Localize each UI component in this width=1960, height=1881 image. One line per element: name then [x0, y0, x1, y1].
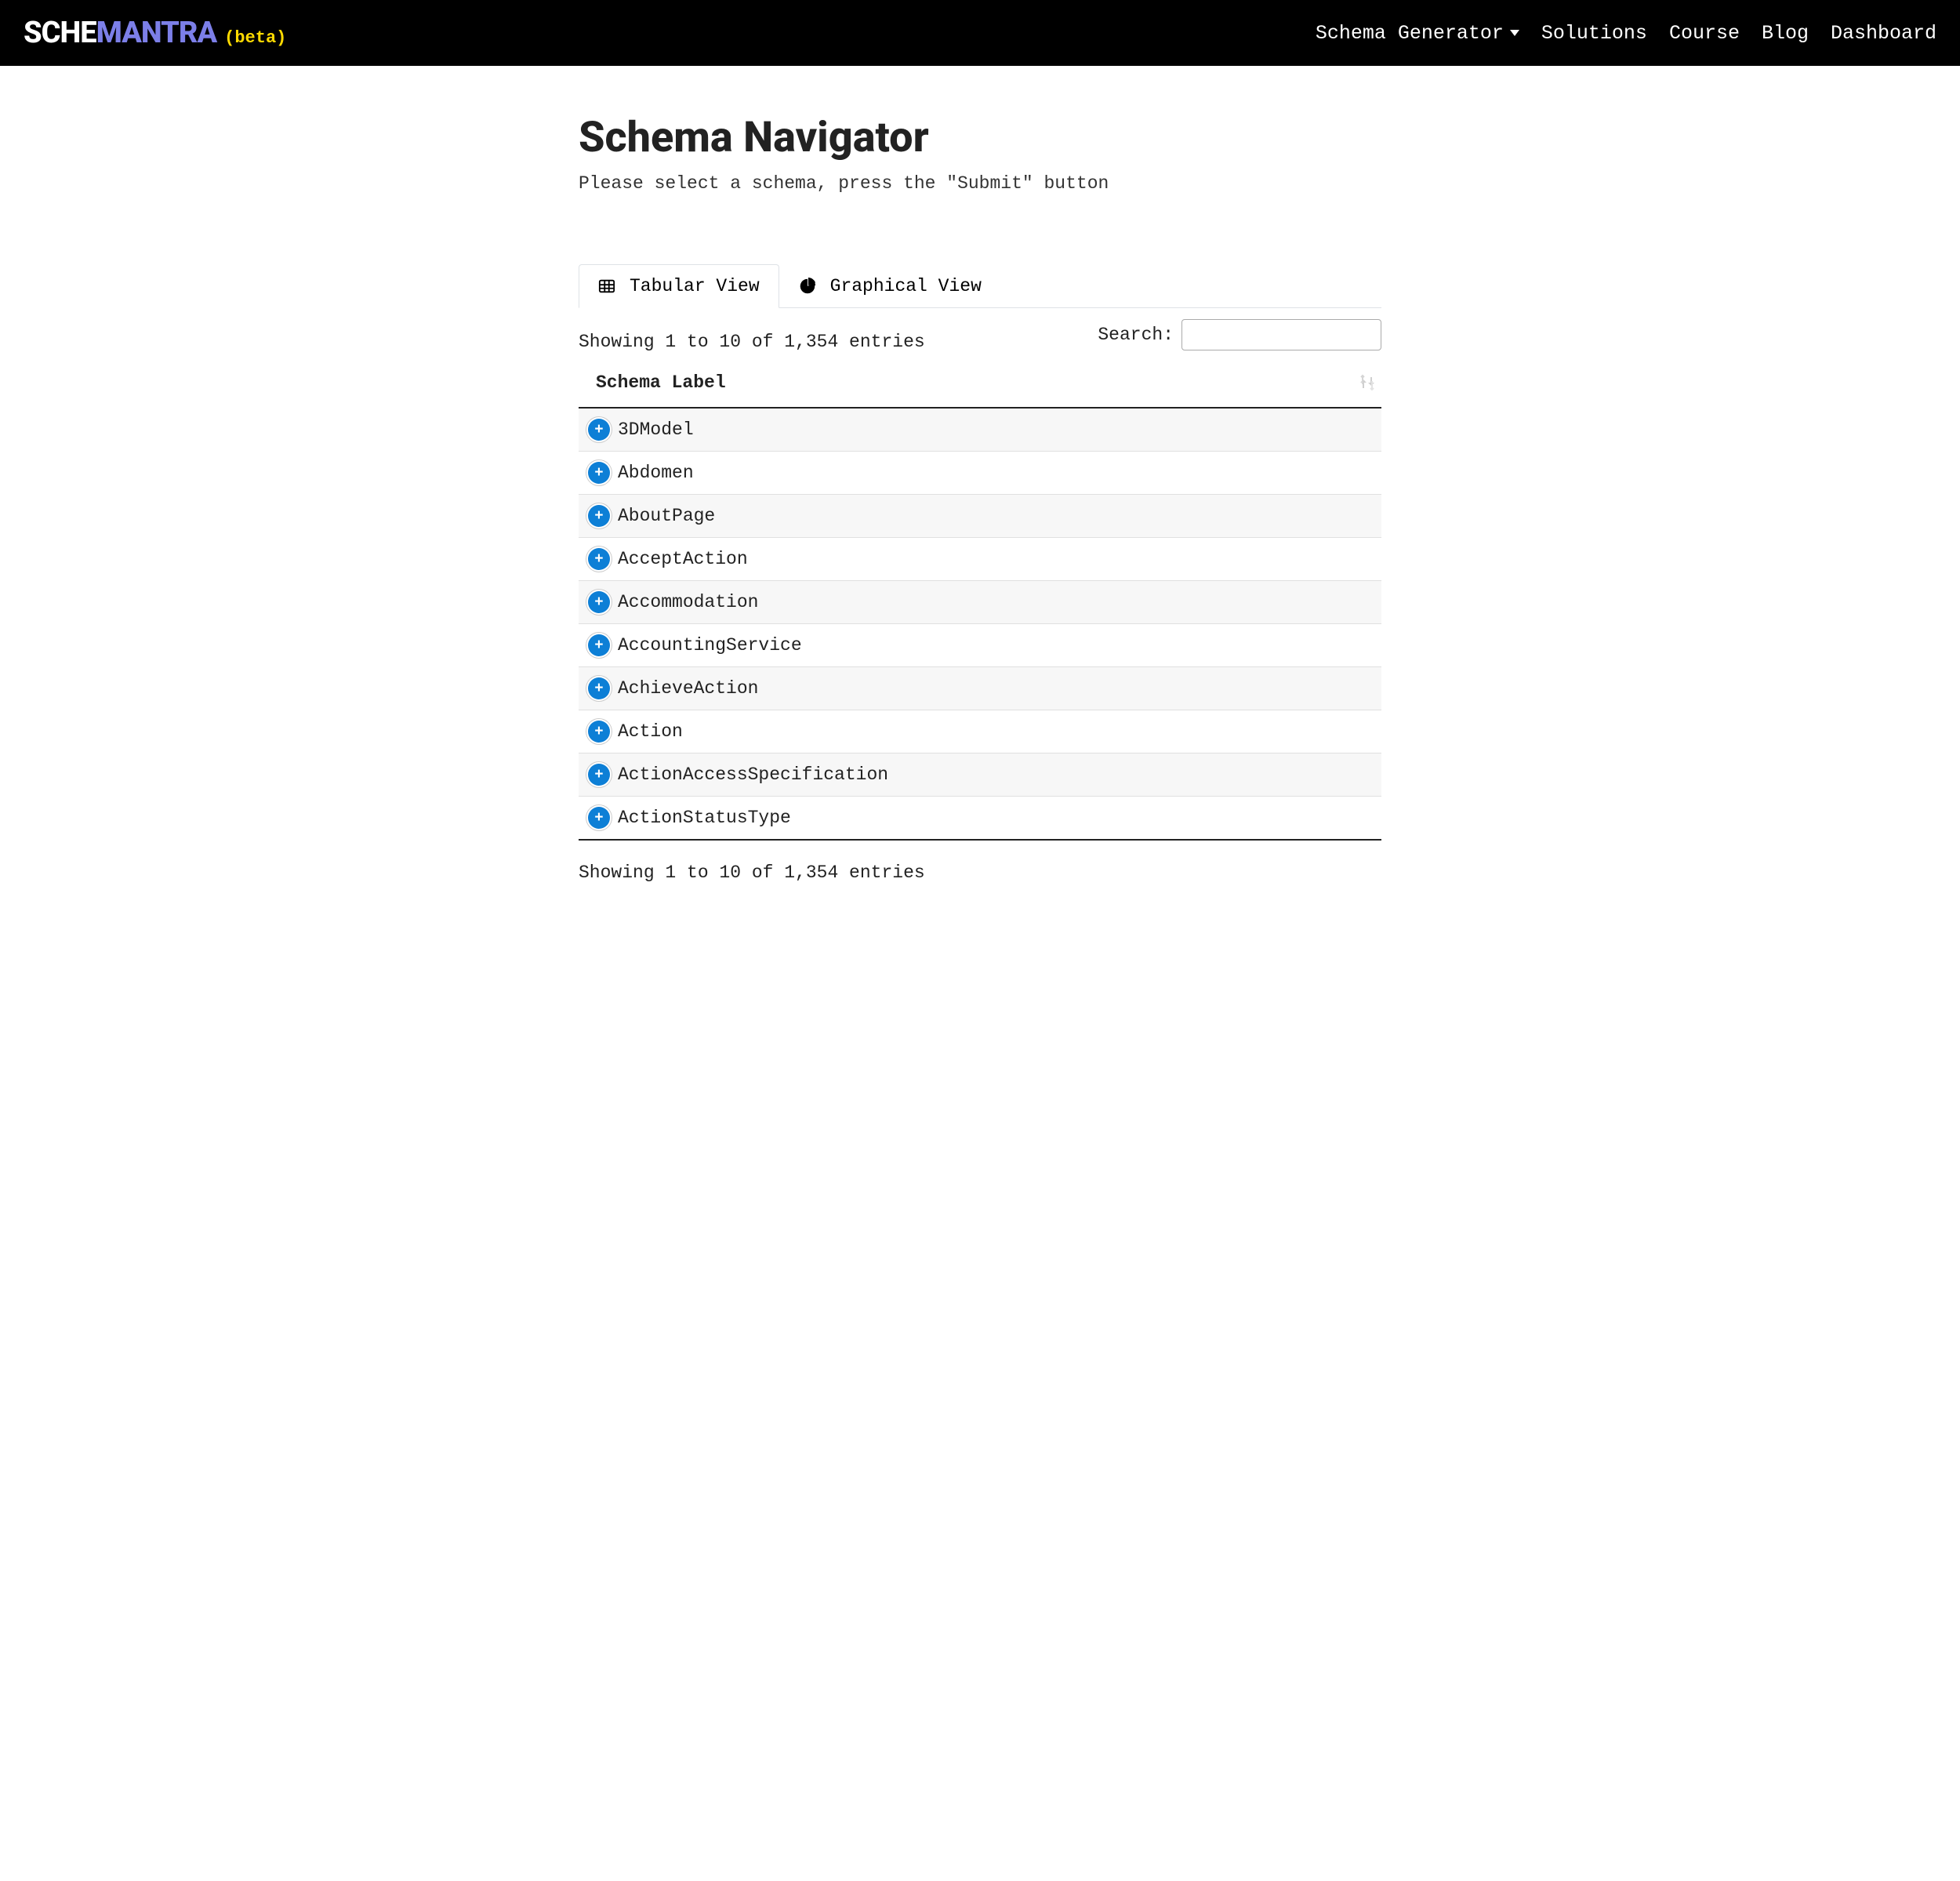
- table-row[interactable]: + 3DModel: [579, 409, 1381, 452]
- showing-entries-top: Showing 1 to 10 of 1,354 entries: [579, 318, 925, 352]
- showing-entries-bottom: Showing 1 to 10 of 1,354 entries: [579, 862, 1381, 883]
- brand-beta: (beta): [224, 28, 286, 48]
- tab-tabular-view[interactable]: Tabular View: [579, 264, 779, 308]
- schema-table: Schema Label + 3DModel + Abdomen + About…: [579, 358, 1381, 841]
- schema-label: AccountingService: [618, 635, 802, 655]
- expand-icon[interactable]: +: [588, 591, 610, 613]
- view-tabs: Tabular View Graphical View: [579, 264, 1381, 308]
- schema-label: 3DModel: [618, 419, 694, 440]
- expand-icon[interactable]: +: [588, 807, 610, 829]
- page-subtitle: Please select a schema, press the "Submi…: [579, 173, 1381, 194]
- table-row[interactable]: + ActionStatusType: [579, 797, 1381, 841]
- expand-icon[interactable]: +: [588, 505, 610, 527]
- brand-mantra: MANTRA: [96, 16, 217, 50]
- expand-icon[interactable]: +: [588, 677, 610, 699]
- tab-graphical-view[interactable]: Graphical View: [779, 264, 1001, 307]
- schema-label: ActionAccessSpecification: [618, 764, 888, 785]
- brand-sche: SCHE: [24, 16, 96, 50]
- table-row[interactable]: + AccountingService: [579, 624, 1381, 667]
- table-row[interactable]: + Abdomen: [579, 452, 1381, 495]
- brand[interactable]: SCHEMANTRA (beta): [24, 16, 286, 50]
- table-body: + 3DModel + Abdomen + AboutPage + Accept…: [579, 409, 1381, 841]
- column-header-schema-label: Schema Label: [596, 372, 726, 393]
- table-icon: [598, 278, 615, 295]
- search-label: Search:: [1098, 325, 1174, 345]
- schema-label: Accommodation: [618, 592, 758, 612]
- schema-label: AboutPage: [618, 506, 715, 526]
- main-container: Schema Navigator Please select a schema,…: [541, 66, 1419, 914]
- table-controls: Showing 1 to 10 of 1,354 entries Search:: [579, 318, 1381, 352]
- nav-schema-generator[interactable]: Schema Generator: [1316, 22, 1519, 45]
- chevron-down-icon: [1510, 30, 1519, 36]
- nav-link-label: Course: [1669, 22, 1740, 45]
- nav-links: Schema Generator Solutions Course Blog D…: [1316, 22, 1936, 45]
- expand-icon[interactable]: +: [588, 764, 610, 786]
- schema-label: AcceptAction: [618, 549, 748, 569]
- expand-icon[interactable]: +: [588, 721, 610, 743]
- expand-icon[interactable]: +: [588, 548, 610, 570]
- nav-dashboard[interactable]: Dashboard: [1831, 22, 1936, 45]
- sort-icon: [1358, 373, 1377, 392]
- brand-logo: SCHEMANTRA: [24, 16, 216, 50]
- nav-link-label: Blog: [1762, 22, 1809, 45]
- table-header[interactable]: Schema Label: [579, 358, 1381, 409]
- table-row[interactable]: + AcceptAction: [579, 538, 1381, 581]
- schema-label: ActionStatusType: [618, 808, 791, 828]
- schema-label: AchieveAction: [618, 678, 758, 699]
- table-row[interactable]: + AchieveAction: [579, 667, 1381, 710]
- nav-blog[interactable]: Blog: [1762, 22, 1809, 45]
- nav-solutions[interactable]: Solutions: [1541, 22, 1647, 45]
- schema-label: Action: [618, 721, 683, 742]
- table-row[interactable]: + Action: [579, 710, 1381, 753]
- pie-chart-icon: [799, 278, 816, 295]
- nav-link-label: Dashboard: [1831, 22, 1936, 45]
- table-row[interactable]: + AboutPage: [579, 495, 1381, 538]
- tab-label: Graphical View: [830, 276, 982, 296]
- table-row[interactable]: + ActionAccessSpecification: [579, 753, 1381, 797]
- tab-label: Tabular View: [630, 276, 760, 296]
- expand-icon[interactable]: +: [588, 419, 610, 441]
- search-input[interactable]: [1181, 319, 1381, 350]
- search-wrap: Search:: [1098, 319, 1381, 350]
- expand-icon[interactable]: +: [588, 634, 610, 656]
- table-row[interactable]: + Accommodation: [579, 581, 1381, 624]
- nav-course[interactable]: Course: [1669, 22, 1740, 45]
- schema-label: Abdomen: [618, 463, 694, 483]
- page-title: Schema Navigator: [579, 113, 1381, 162]
- nav-link-label: Solutions: [1541, 22, 1647, 45]
- navbar: SCHEMANTRA (beta) Schema Generator Solut…: [0, 0, 1960, 66]
- expand-icon[interactable]: +: [588, 462, 610, 484]
- nav-link-label: Schema Generator: [1316, 22, 1504, 45]
